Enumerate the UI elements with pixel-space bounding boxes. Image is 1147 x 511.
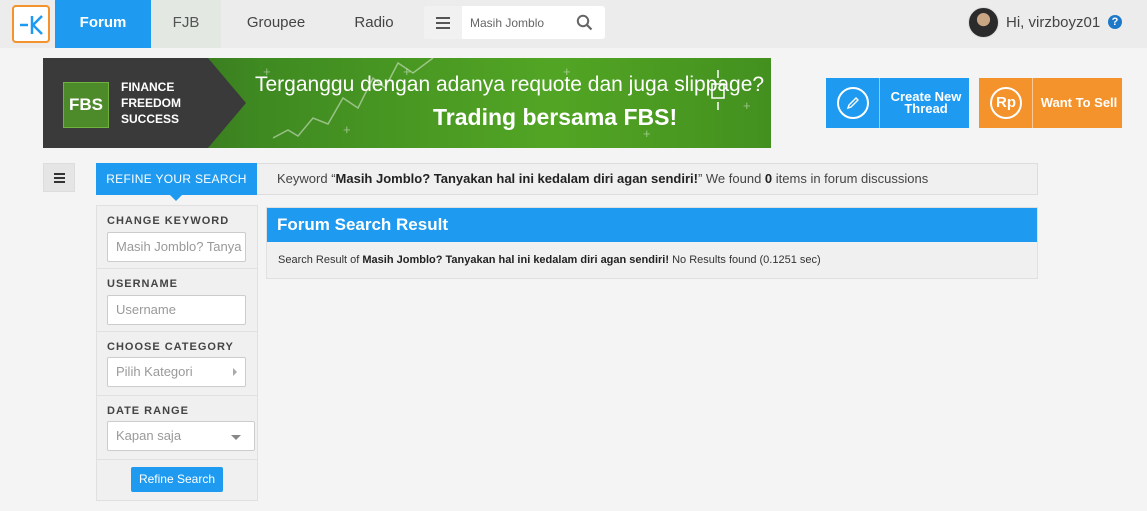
refine-your-search-tab[interactable]: REFINE YOUR SEARCH — [96, 163, 257, 201]
refine-search-button[interactable]: Refine Search — [131, 467, 223, 492]
result-query: Masih Jomblo? Tanyakan hal ini kedalam d… — [362, 254, 670, 266]
change-keyword-section: CHANGE KEYWORD Masih Jomblo? Tanya — [97, 206, 257, 269]
create-new-thread-label: Create New Thread — [890, 89, 962, 116]
kaskus-logo-icon — [20, 15, 43, 35]
result-title: Forum Search Result — [267, 208, 1037, 242]
date-range-label: DATE RANGE — [107, 405, 189, 417]
sidebar-toggle-menu-icon[interactable] — [43, 163, 75, 192]
fbs-logo: FBS — [63, 82, 109, 128]
avatar[interactable] — [968, 7, 999, 38]
keyword-field[interactable]: Masih Jomblo? Tanya — [107, 232, 246, 262]
date-range-select[interactable]: Kapan saja — [107, 421, 255, 451]
fbs-brand-panel: FBS FINANCE FREEDOM SUCCESS — [43, 58, 208, 148]
kaskus-logo[interactable] — [12, 5, 50, 43]
refine-search-panel: CHANGE KEYWORD Masih Jomblo? Tanya USERN… — [96, 205, 258, 501]
chart-line-decoration — [273, 58, 434, 139]
chevron-right-icon — [233, 368, 237, 376]
username-section: USERNAME Username — [97, 269, 257, 332]
choose-category-label: CHOOSE CATEGORY — [107, 341, 234, 353]
nav-forum[interactable]: Forum — [55, 0, 151, 48]
search-icon[interactable] — [576, 14, 593, 31]
banner-subheadline: Trading bersama FBS! — [433, 104, 678, 130]
username-field[interactable]: Username — [107, 295, 246, 325]
chevron-down-icon — [231, 435, 241, 440]
category-select[interactable]: Pilih Kategori — [107, 357, 246, 387]
result-message: Search Result of Masih Jomblo? Tanyakan … — [278, 254, 821, 266]
search-bar — [424, 6, 605, 39]
search-menu-icon[interactable] — [424, 6, 462, 39]
create-new-thread-button[interactable]: Create New Thread — [826, 78, 969, 128]
candlestick-icon — [711, 70, 725, 110]
change-keyword-label: CHANGE KEYWORD — [107, 215, 230, 227]
date-range-section: DATE RANGE Kapan saja — [97, 396, 257, 460]
nav-fjb[interactable]: FJB — [151, 0, 221, 48]
user-greeting[interactable]: Hi, virzboyz01 — [1006, 14, 1100, 31]
top-navbar: Forum FJB Groupee Radio Hi, virzboyz01 ? — [0, 0, 1147, 48]
nav-radio[interactable]: Radio — [340, 0, 408, 48]
nav-groupee[interactable]: Groupee — [230, 0, 322, 48]
banner-arrow — [208, 58, 246, 148]
ad-banner[interactable]: + + + + + + FBS FINANCE FREEDOM SUCCESS … — [43, 58, 771, 148]
pencil-icon — [837, 87, 869, 119]
keyword-summary-text: Keyword “Masih Jomblo? Tanyakan hal ini … — [277, 171, 929, 186]
username-label: USERNAME — [107, 278, 178, 290]
keyword-value: Masih Jomblo? Tanyakan hal ini kedalam d… — [335, 171, 698, 186]
search-input[interactable] — [470, 6, 570, 39]
want-to-sell-label: Want To Sell — [1040, 95, 1118, 110]
help-icon[interactable]: ? — [1108, 15, 1122, 29]
banner-headline: Terganggu dengan adanya requote dan juga… — [255, 73, 765, 96]
want-to-sell-button[interactable]: Rp Want To Sell — [979, 78, 1122, 128]
category-section: CHOOSE CATEGORY Pilih Kategori — [97, 332, 257, 396]
forum-search-result-panel: Forum Search Result Search Result of Mas… — [266, 207, 1038, 279]
fbs-tagline: FINANCE FREEDOM SUCCESS — [121, 80, 181, 126]
rupiah-icon: Rp — [990, 87, 1022, 119]
